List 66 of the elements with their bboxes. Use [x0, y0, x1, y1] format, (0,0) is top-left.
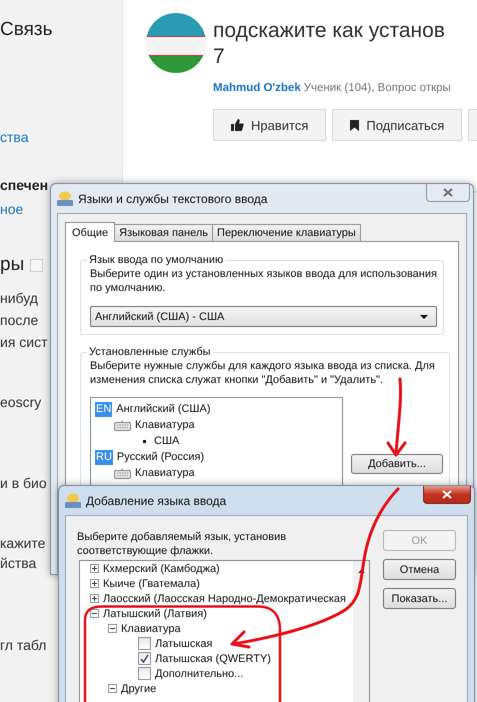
language-code: RU	[95, 450, 113, 464]
tree-item[interactable]: США	[153, 435, 180, 447]
bookmark-icon	[350, 120, 360, 130]
tree-item[interactable]: Латышский (Латвия)	[102, 608, 207, 620]
action-button[interactable]: Нравится	[213, 109, 326, 141]
language-dropdown[interactable]: Английский (США) - США	[90, 306, 437, 327]
section-heading: Связь	[0, 18, 53, 42]
sidebar-text: и в био	[0, 474, 47, 492]
sidebar-text: eoscry	[0, 393, 42, 411]
tree-item[interactable]: Клавиатура	[120, 622, 181, 634]
window-title: Добавление языка ввода	[86, 494, 226, 508]
tree-item[interactable]: Кыиче (Гватемала)	[102, 578, 200, 590]
thumbs-up-icon	[231, 119, 244, 131]
sidebar-link[interactable]: ства	[0, 128, 28, 146]
language-code: EN	[95, 402, 112, 416]
action-button[interactable]: Подписаться	[332, 109, 462, 141]
description: Выберите нужные службы для каждого языка ввода из списка. Для изменения списка служат кнопки "Добавить" и "Удалить".	[90, 359, 436, 387]
tree-item[interactable]: Другие	[120, 682, 156, 694]
window-title: Языки и службы текстового ввода	[78, 192, 268, 206]
close-icon	[442, 490, 452, 499]
question-title: подскажите как установ 7	[213, 18, 445, 70]
close-button[interactable]	[423, 486, 471, 504]
sidebar-text: гл табл	[0, 636, 46, 654]
tree-item[interactable]: Английский (США)	[115, 403, 211, 415]
tree-item[interactable]: Дополнительно...	[154, 668, 244, 680]
scroll-up-icon[interactable]	[358, 569, 364, 573]
checkbox[interactable]	[138, 652, 151, 665]
add-button[interactable]: Добавить...	[351, 454, 443, 474]
dropdown-arrow-icon	[420, 314, 428, 318]
dialog-button[interactable]: Показать...	[383, 588, 456, 609]
bullet-icon	[143, 440, 146, 442]
sidebar-text: нибуд	[0, 289, 38, 307]
tree-item[interactable]: Русский (Россия)	[116, 451, 204, 463]
checkbox[interactable]	[138, 637, 151, 650]
sidebar-text: кажите	[0, 534, 46, 552]
sidebar-text: йства	[0, 554, 36, 572]
tree-item[interactable]: Латышская	[154, 638, 212, 650]
description: Выберите один из установленных языков ввода для использования по умолчанию.	[90, 267, 437, 295]
author-link[interactable]: Mahmud O'zbek	[213, 82, 301, 94]
sidebar-text: после	[0, 311, 38, 329]
close-icon	[443, 188, 453, 197]
dialog-button[interactable]: Отмена	[383, 559, 456, 580]
scrollbar[interactable]	[353, 561, 369, 702]
tree-toggle[interactable]	[90, 564, 99, 573]
tab[interactable]: Переключение клавиатуры	[212, 224, 361, 241]
tree-toggle[interactable]	[108, 684, 117, 693]
section-heading: ры	[0, 253, 24, 277]
tree-item[interactable]: Кхмерский (Камбоджа)	[102, 562, 220, 574]
tree-toggle[interactable]	[108, 624, 117, 633]
tree-item[interactable]: Латышская (QWERTY)	[154, 652, 271, 664]
question-meta: Ученик (104), Вопрос откры	[304, 82, 451, 94]
instruction-text: Выберите добавляемый язык, установив соответствующие флажки.	[77, 530, 288, 558]
sidebar-link[interactable]: ное	[0, 200, 24, 218]
tree-toggle[interactable]	[90, 594, 99, 603]
sidebar-heading: спечен	[0, 176, 48, 194]
checkbox[interactable]	[138, 667, 151, 680]
tree-item[interactable]: Клавиатура	[134, 419, 195, 431]
group-title: Язык ввода по умолчанию	[88, 254, 224, 266]
tree-toggle[interactable]	[90, 609, 99, 618]
group-title: Установленные службы	[88, 346, 212, 358]
tab[interactable]: Общие	[65, 222, 116, 242]
sidebar-text: ия сист	[0, 333, 48, 351]
tree-item[interactable]: Клавиатура	[134, 467, 195, 479]
tab[interactable]: Языковая панель	[114, 224, 214, 241]
tree-item[interactable]: Лаосский (Лаосская Народно-Демократическая	[102, 592, 346, 604]
tree-toggle[interactable]	[90, 579, 99, 588]
